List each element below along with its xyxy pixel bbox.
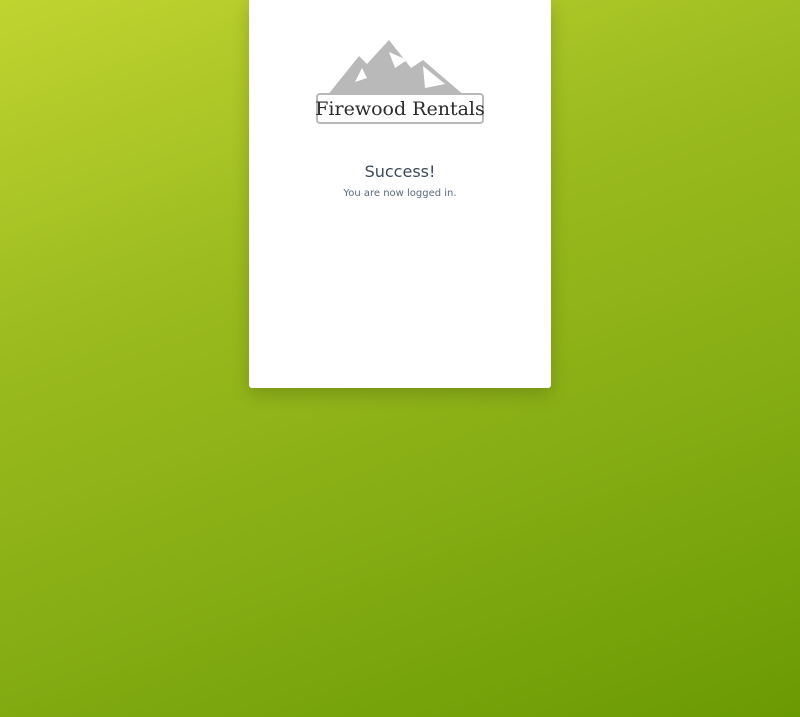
success-message: You are now logged in. bbox=[343, 188, 457, 199]
login-success-card: Firewood Rentals Success! You are now lo… bbox=[249, 0, 551, 388]
success-title: Success! bbox=[364, 162, 436, 181]
brand-name: Firewood Rentals bbox=[315, 98, 485, 120]
brand-logo: Firewood Rentals bbox=[315, 38, 485, 128]
mountain-logo-icon: Firewood Rentals bbox=[315, 40, 485, 124]
